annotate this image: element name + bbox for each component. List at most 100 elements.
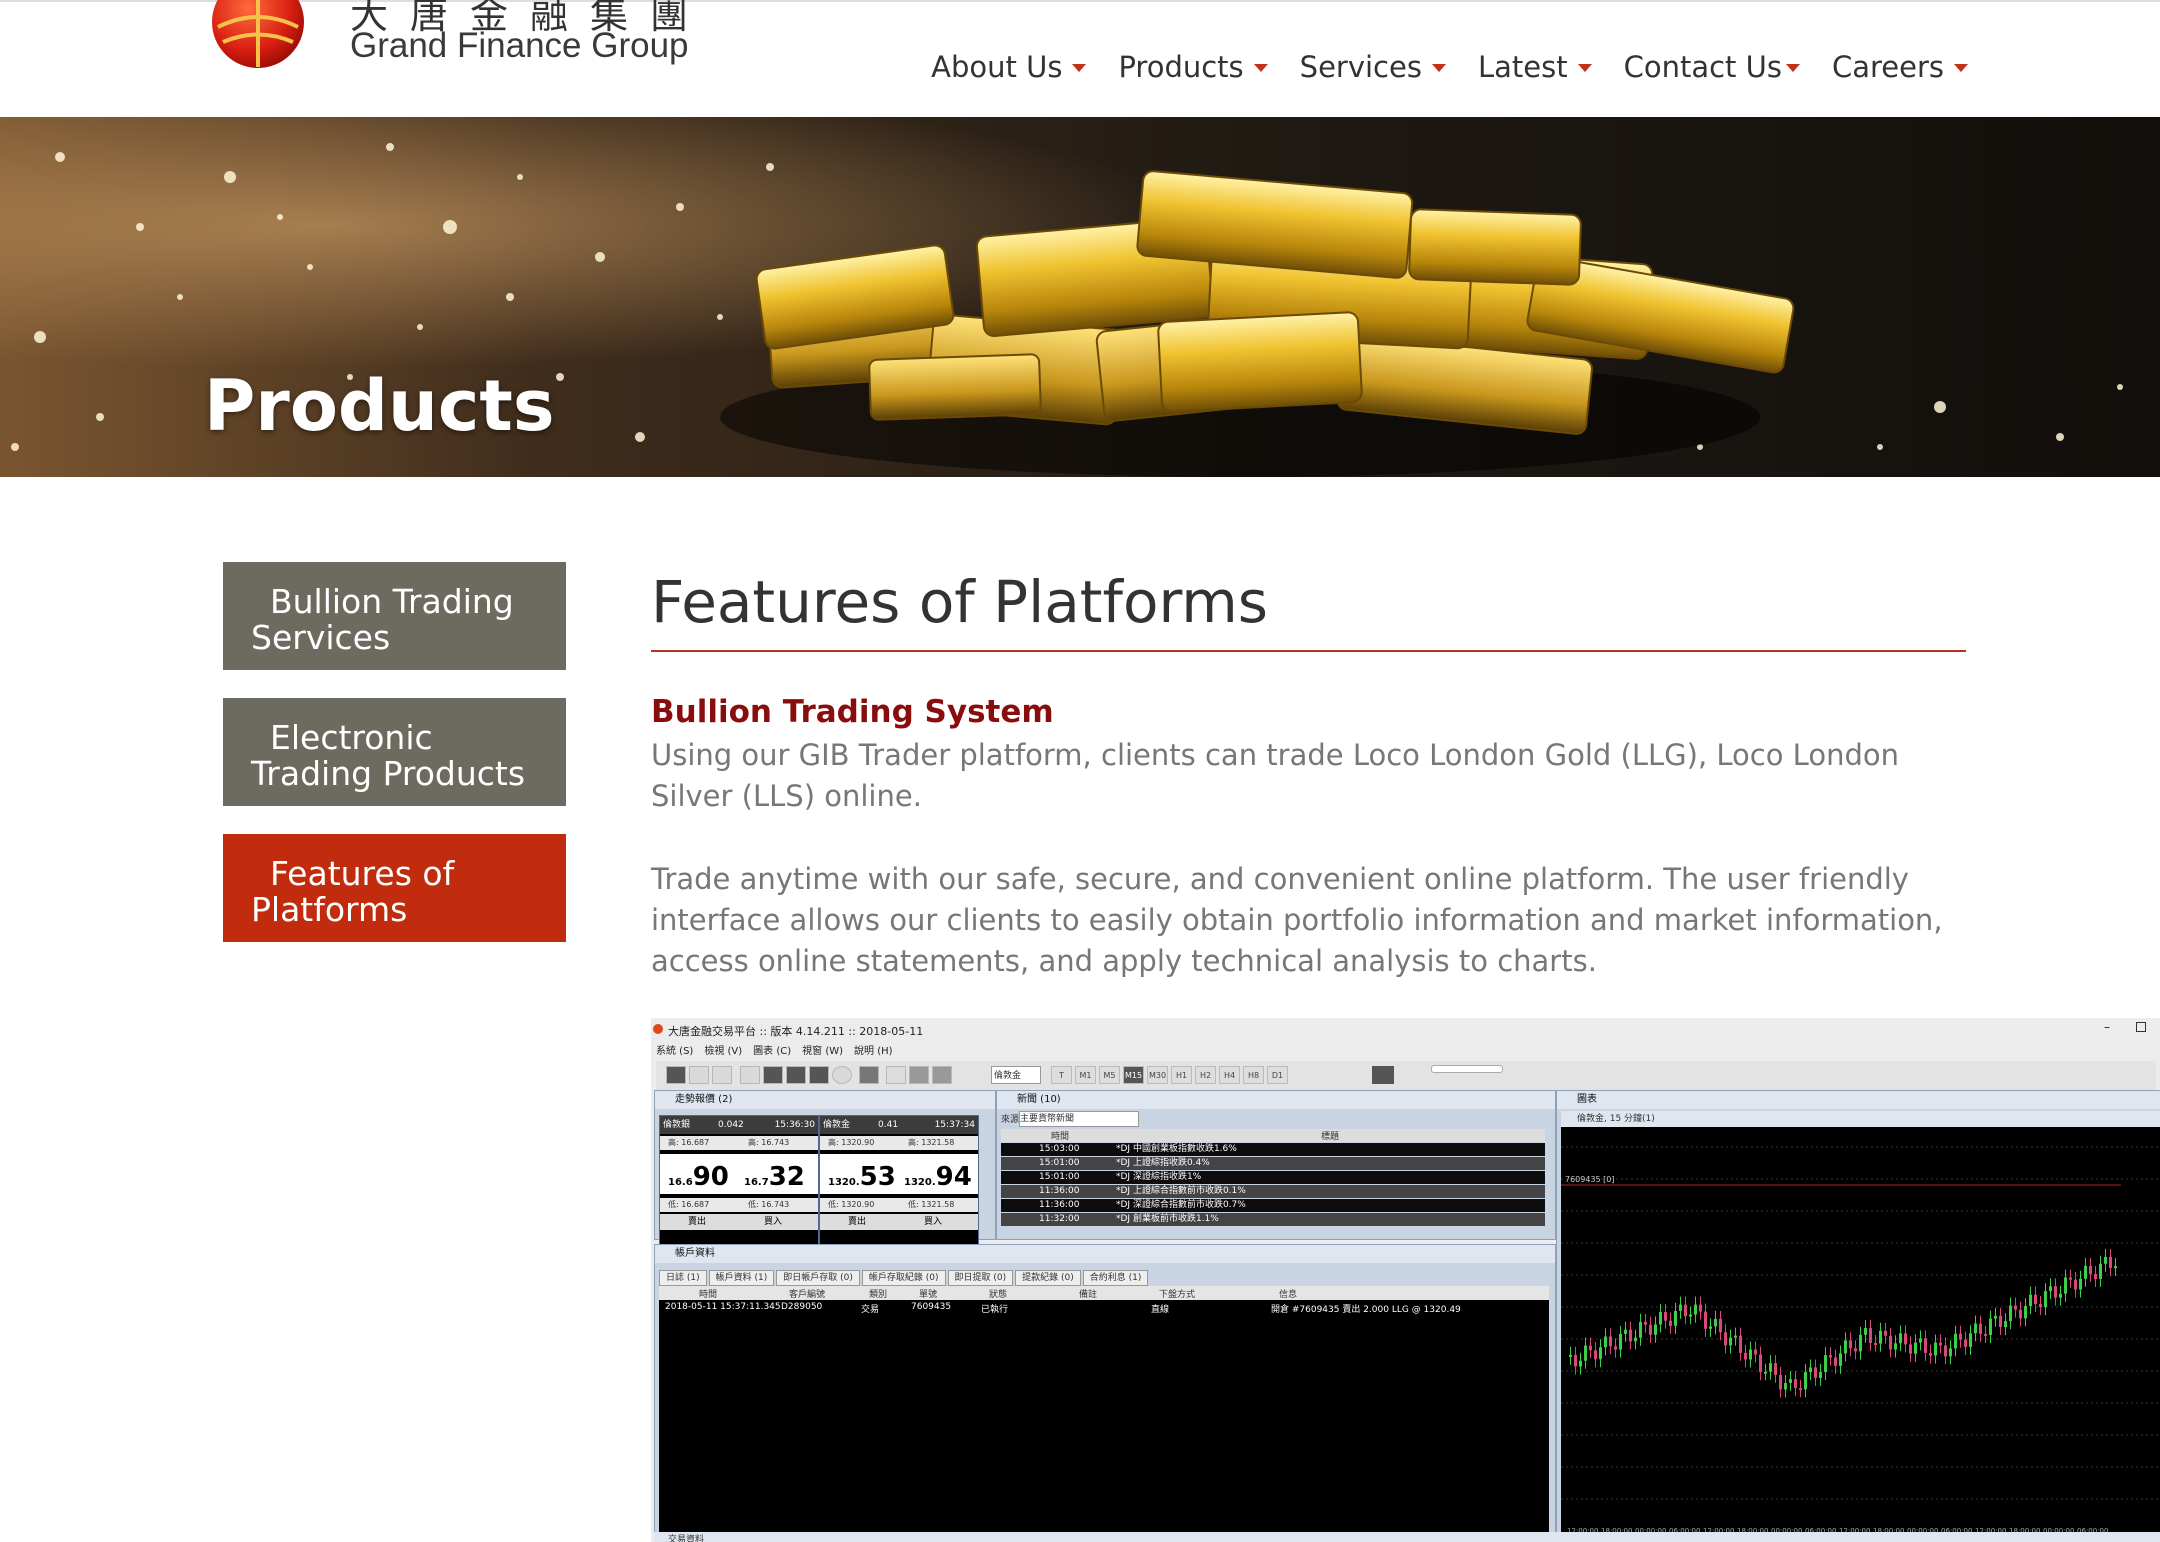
toolbar-icon (859, 1066, 879, 1084)
candle-body (1894, 1343, 1897, 1350)
toolbar-symbol: 倫敦金 (994, 1071, 1022, 1081)
caret-down-icon (1431, 64, 1446, 72)
news-source-select: 主要貨幣新聞 (1019, 1111, 1139, 1127)
candle-body (1979, 1323, 1982, 1334)
toolbar-symbol-select: 倫敦金 (991, 1066, 1041, 1084)
account-cell: D289050 (781, 1302, 823, 1312)
quote-buy-big: 32 (768, 1162, 805, 1192)
chart-subtitle: 倫敦金, 15 分鐘(1) (1561, 1111, 2160, 1127)
quote-tile-gold: 倫敦金 0.41 15:37:34 高: 1320.90 高: 1321.58 1320.… (819, 1115, 979, 1245)
account-column-header: 時間 (699, 1290, 718, 1300)
quote-high-right: 高: 16.743 (748, 1138, 790, 1147)
news-time: 15:01:00 (1039, 1158, 1080, 1168)
list-item: 11:36:00 *DJ 上證綜合指數前市收跌0.1% (1001, 1185, 1545, 1198)
timeframe-button: H1 (1171, 1066, 1192, 1084)
quote-buy-small: 1320. (904, 1177, 936, 1188)
site-header: 大唐金融集團 Grand Finance Group About Us Prod… (0, 0, 2160, 120)
account-panel-title: 帳戶資料 (655, 1245, 1555, 1263)
candle-body (1889, 1335, 1892, 1350)
account-cell: 直線 (1151, 1305, 1170, 1315)
candle-body (1659, 1312, 1662, 1325)
quote-buy-big: 94 (935, 1162, 972, 1192)
nav-contact-us[interactable]: Contact Us (1624, 50, 1800, 84)
candle-body (1794, 1379, 1797, 1389)
candle-body (2089, 1265, 2092, 1275)
sidebar-item-features-of-platforms[interactable]: Features of Platforms (223, 834, 566, 942)
candle-body (1654, 1324, 1657, 1335)
candle-body (2099, 1263, 2102, 1280)
candle-body (1939, 1342, 1942, 1346)
account-table-body: 2018-05-11 15:37:11.345 D289050 交易 7609435 已… (659, 1300, 1549, 1540)
candle-body (1624, 1329, 1627, 1334)
candle-body (1754, 1349, 1757, 1355)
toolbar-icon (832, 1066, 852, 1084)
candle-body (2114, 1266, 2117, 1269)
toolbar-icon (1372, 1066, 1394, 1084)
candle-body (1634, 1337, 1637, 1342)
quote-change: 0.41 (878, 1120, 899, 1130)
nav-latest[interactable]: Latest (1478, 50, 1592, 84)
account-column-header: 客戶編號 (789, 1290, 826, 1300)
zoom-slider (1431, 1065, 1503, 1073)
quote-header: 倫敦金 0.41 15:37:34 (820, 1116, 978, 1134)
caret-down-icon (1577, 64, 1592, 72)
list-item: 15:01:00 *DJ 上證綜指收跌0.4% (1001, 1157, 1545, 1170)
candle-body (1834, 1357, 1837, 1366)
candle-body (1719, 1318, 1722, 1333)
candle-body (1604, 1336, 1607, 1348)
sidebar-item-label: Electronic (270, 718, 433, 757)
account-cell: 開倉 #7609435 賣出 2.000 LLG @ 1320.49 (1271, 1305, 1461, 1315)
news-title: *DJ 上證綜指收跌0.4% (1116, 1158, 1210, 1168)
title-divider (651, 650, 1966, 652)
candle-body (1699, 1304, 1702, 1312)
account-tabs: 日誌 (1) 帳戶資料 (1) 即日帳戶存取 (0) 帳戶存取紀錄 (0) 即日提取 (… (659, 1265, 1150, 1286)
candle-body (2069, 1277, 2072, 1280)
quote-sell-big: 90 (692, 1162, 729, 1192)
candle-body (1579, 1360, 1582, 1367)
minimize-icon: – (2104, 1020, 2110, 1034)
candle-body (1994, 1315, 1997, 1319)
candle-body (1989, 1318, 1992, 1336)
account-column-header: 狀態 (989, 1290, 1008, 1300)
menu-window: 視窗 (W) (802, 1046, 844, 1057)
news-panel-title: 新聞 (10) (997, 1091, 1555, 1109)
platform-titlebar: 大唐金融交易平台 :: 版本 4.14.211 :: 2018-05-11 – (651, 1020, 2160, 1042)
candle-body (1914, 1342, 1917, 1354)
toolbar-icon (689, 1066, 709, 1084)
candle-body (1849, 1340, 1852, 1349)
account-column-header: 下盤方式 (1159, 1290, 1196, 1300)
toolbar-icon (763, 1066, 783, 1084)
candle-body (1584, 1345, 1587, 1361)
candle-body (1839, 1353, 1842, 1366)
caret-down-icon (1785, 64, 1800, 72)
grand-finance-logo[interactable] (193, 0, 323, 72)
sidebar-item-bullion-trading-services[interactable]: Bullion Trading Services (223, 562, 566, 670)
candle-body (1899, 1333, 1902, 1344)
quote-prices: 16.690 16.732 (660, 1154, 818, 1194)
nav-careers[interactable]: Careers (1832, 50, 1968, 84)
candle-body (1934, 1342, 1937, 1356)
news-source-label: 來源 (1001, 1115, 1020, 1125)
candle-body (2079, 1278, 2082, 1290)
platform-menubar: 系統 (S) 檢視 (V) 圖表 (C) 視窗 (W) 說明 (H) (651, 1042, 899, 1060)
nav-services[interactable]: Services (1300, 50, 1446, 84)
candle-body (1689, 1314, 1692, 1317)
candle-body (1769, 1363, 1772, 1372)
account-column-header: 備註 (1079, 1290, 1098, 1300)
candle-body (2014, 1305, 2017, 1310)
candle-body (2029, 1294, 2032, 1307)
quote-low-row: 低: 1320.90 低: 1321.58 (820, 1198, 978, 1212)
candle-body (1819, 1371, 1822, 1378)
timeframe-button: H8 (1243, 1066, 1264, 1084)
nav-products[interactable]: Products (1118, 50, 1268, 84)
grid-icon (740, 1066, 760, 1084)
candle-body (1619, 1333, 1622, 1350)
list-item: 11:32:00 *DJ 創業板前市收跌1.1% (1001, 1213, 1545, 1226)
sidebar-item-electronic-trading-products[interactable]: Electronic Trading Products (223, 698, 566, 806)
sidebar-item-label: Bullion Trading (270, 582, 514, 621)
news-time: 11:36:00 (1039, 1200, 1080, 1210)
account-tab: 提款紀錄 (0) (1015, 1270, 1081, 1286)
nav-about-us[interactable]: About Us (931, 50, 1087, 84)
candle-body (2024, 1306, 2027, 1319)
candle-body (2064, 1277, 2067, 1294)
